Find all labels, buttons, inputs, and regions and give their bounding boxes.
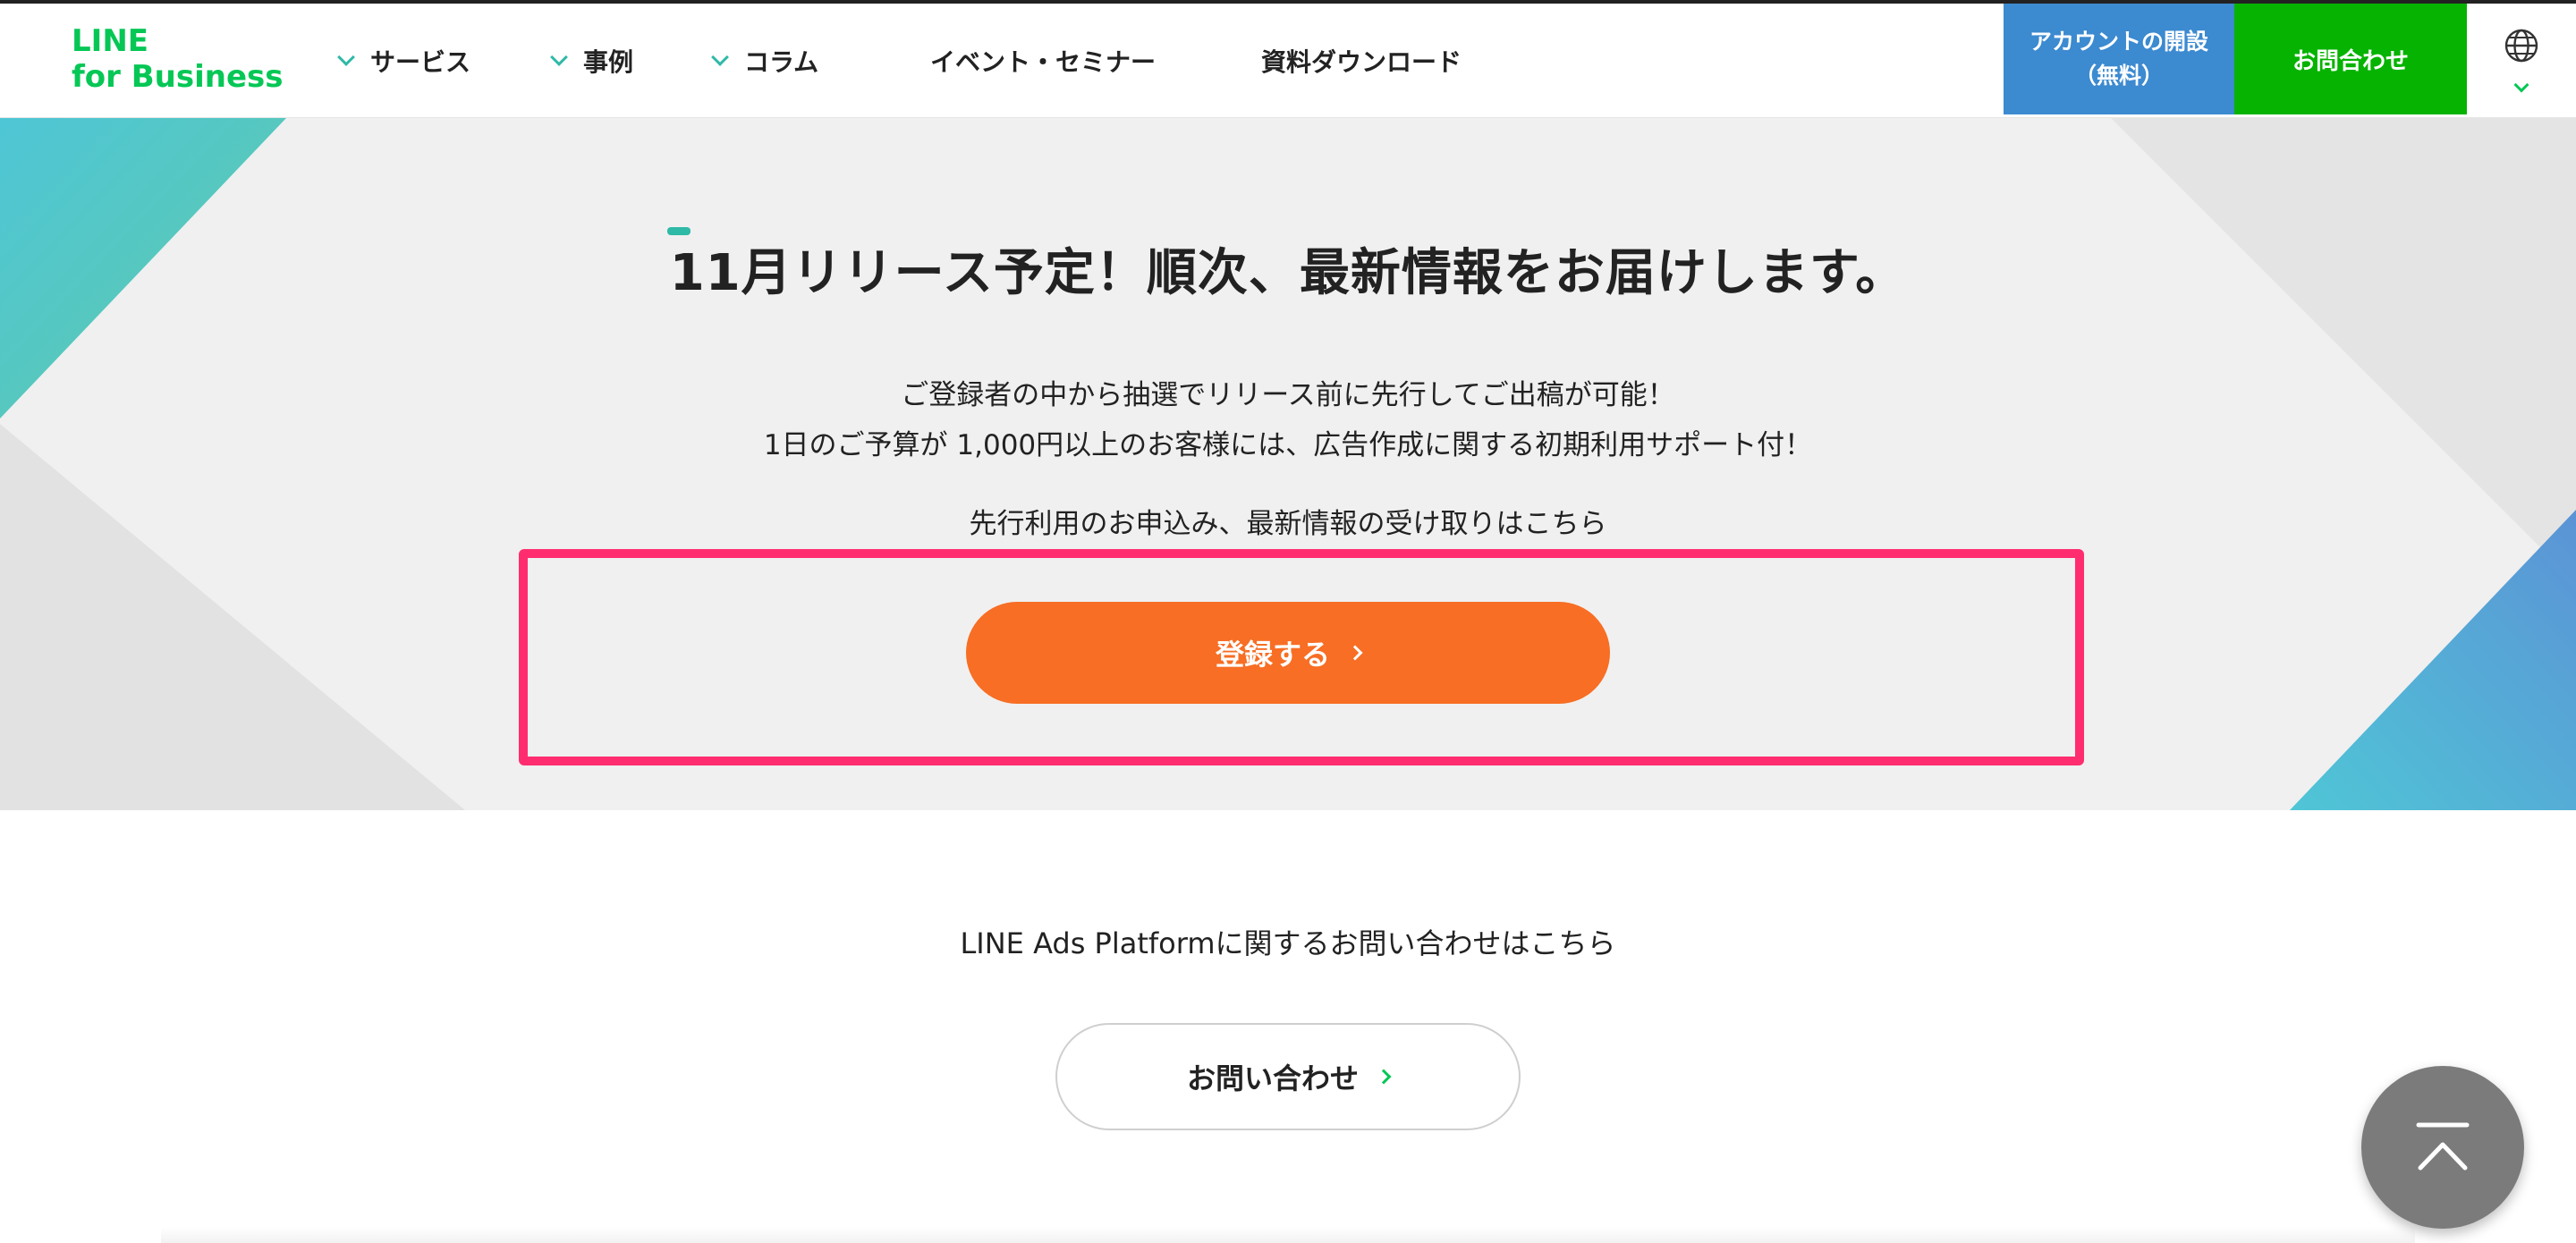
open-account-label: アカウントの開設 [2029, 29, 2208, 55]
contact-header-label: お問合わせ [2292, 47, 2409, 75]
hero-register-lead: 先行利用のお申込み、最新情報の受け取りはこちら [969, 508, 1607, 540]
hero-title: 11月リリース予定！順次、最新情報をお届けします。 [669, 244, 1907, 302]
line-for-business-logo[interactable]: LINE for Business [72, 23, 284, 95]
language-selector[interactable] [2467, 4, 2576, 114]
nav-label: サービス [370, 47, 471, 77]
open-account-button[interactable]: アカウントの開設 （無料） [2004, 4, 2234, 114]
chevron-down-icon [337, 48, 355, 66]
logo-line2: for Business [72, 59, 284, 95]
nav-item-downloads[interactable]: 資料ダウンロード [1261, 43, 1462, 79]
arrow-up-icon [2416, 1122, 2470, 1171]
hero-description-1: ご登録者の中から抽選でリリース前に先行してご出稿が可能！ [901, 379, 1675, 411]
nav-item-services[interactable]: サービス [337, 43, 471, 79]
nav-item-cases[interactable]: 事例 [550, 43, 634, 79]
inquiry-lead-text: LINE Ads Platformに関するお問い合わせはこちら [960, 926, 1616, 960]
footer-divider [161, 1227, 2415, 1243]
register-label: 登録する [1215, 638, 1330, 672]
open-account-free-label: （無料） [2073, 63, 2164, 89]
logo-line1: LINE [72, 23, 148, 59]
chevron-down-icon [711, 48, 729, 66]
contact-header-button[interactable]: お問合わせ [2234, 4, 2467, 114]
register-button[interactable]: 登録する [966, 602, 1610, 704]
site-header: LINE for Business サービス 事例 コラム イベント・セミナー … [0, 4, 2576, 118]
nav-item-events[interactable]: イベント・セミナー [930, 43, 1156, 79]
scroll-to-top-button[interactable] [2361, 1066, 2524, 1229]
nav-item-column[interactable]: コラム [711, 43, 819, 79]
globe-icon [2504, 29, 2538, 63]
chevron-right-icon [1376, 1069, 1392, 1085]
nav-label: コラム [744, 47, 819, 77]
chevron-down-icon [2513, 77, 2529, 93]
hero-description-2: 1日のご予算が 1,000円以上のお客様には、広告作成に関する初期利用サポート付… [763, 429, 1813, 461]
chevron-down-icon [550, 48, 568, 66]
hero-section: 11月リリース予定！順次、最新情報をお届けします。 ご登録者の中から抽選でリリー… [0, 118, 2576, 810]
nav-label: イベント・セミナー [930, 47, 1157, 77]
nav-label: 事例 [583, 47, 634, 77]
inquiry-button[interactable]: お問い合わせ [1055, 1023, 1521, 1130]
inquiry-label: お問い合わせ [1186, 1061, 1359, 1095]
chevron-right-icon [1347, 645, 1363, 661]
nav-label: 資料ダウンロード [1261, 47, 1462, 77]
